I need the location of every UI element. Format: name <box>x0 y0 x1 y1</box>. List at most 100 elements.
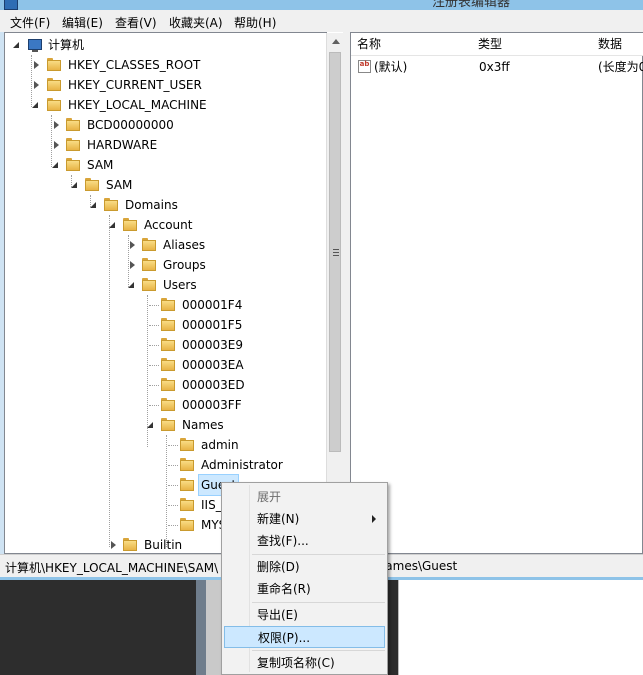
menu-item-new[interactable]: 新建(N) <box>224 508 385 530</box>
expanded-arrow-icon[interactable] <box>90 202 96 208</box>
column-header-type[interactable]: 类型 <box>472 33 593 56</box>
menu-item-expand[interactable]: 展开 <box>224 486 385 508</box>
value-row[interactable]: ab (默认) 0x3ff (长度为0 <box>351 57 643 77</box>
tree-node-label: 000003ED <box>182 378 245 392</box>
window-title: 注册表编辑器 <box>432 0 511 10</box>
collapsed-arrow-icon[interactable] <box>34 61 39 69</box>
pane-splitter[interactable] <box>343 32 350 554</box>
tree-node-label: BCD00000000 <box>87 118 174 132</box>
tree-node-users[interactable]: Users <box>5 275 325 295</box>
folder-icon <box>180 438 194 452</box>
tree-node-user-key[interactable]: 000003EA <box>5 355 325 375</box>
folder-icon <box>66 158 80 172</box>
expanded-arrow-icon[interactable] <box>52 162 58 168</box>
tree-node-hkey-local-machine[interactable]: HKEY_LOCAL_MACHINE <box>5 95 325 115</box>
menu-item-export[interactable]: 导出(E) <box>224 604 385 626</box>
expanded-arrow-icon[interactable] <box>13 42 19 48</box>
tree-node-computer[interactable]: 计算机 <box>5 35 325 55</box>
context-menu[interactable]: 展开 新建(N) 查找(F)... 删除(D) 重命名(R) 导出(E) 权限(… <box>221 482 388 675</box>
tree-node-aliases[interactable]: Aliases <box>5 235 325 255</box>
menu-separator <box>252 554 385 555</box>
menu-item-find[interactable]: 查找(F)... <box>224 530 385 552</box>
menu-item-copy-key-name[interactable]: 复制项名称(C) <box>224 652 385 674</box>
tree-node-label: 000001F5 <box>182 318 243 332</box>
column-header-name[interactable]: 名称 <box>351 33 473 56</box>
computer-icon <box>28 39 42 52</box>
folder-icon <box>161 318 175 332</box>
menu-help[interactable]: 帮助(H) <box>234 14 276 31</box>
grip-line <box>333 249 339 250</box>
collapsed-arrow-icon[interactable] <box>34 81 39 89</box>
tree-node-label: HKEY_CLASSES_ROOT <box>68 58 201 72</box>
menu-item-permissions[interactable]: 权限(P)... <box>224 626 385 648</box>
tree-scrollbar[interactable] <box>326 33 344 553</box>
tree-node-sam-sub[interactable]: SAM <box>5 175 325 195</box>
tree-node-label: SAM <box>106 178 133 192</box>
folder-icon <box>104 198 118 212</box>
tree-node-hkey-classes-root[interactable]: HKEY_CLASSES_ROOT <box>5 55 325 75</box>
tree-node-user-key[interactable]: 000003E9 <box>5 335 325 355</box>
scroll-thumb[interactable] <box>329 52 341 452</box>
tree-node-label: SAM <box>87 158 114 172</box>
value-name: (默认) <box>374 60 408 74</box>
tree-node-admin[interactable]: admin <box>5 435 325 455</box>
tree-node-sam[interactable]: SAM <box>5 155 325 175</box>
menu-item-delete[interactable]: 删除(D) <box>224 556 385 578</box>
status-path: 计算机\HKEY_LOCAL_MACHINE\SAM\ <box>5 561 219 575</box>
tree-node-names[interactable]: Names <box>5 415 325 435</box>
menu-separator <box>252 602 385 603</box>
collapsed-arrow-icon[interactable] <box>54 121 59 129</box>
column-header-data[interactable]: 数据 <box>592 33 643 56</box>
folder-icon <box>142 258 156 272</box>
tree-node-label: Names <box>182 418 224 432</box>
tree-node-bcd[interactable]: BCD00000000 <box>5 115 325 135</box>
expanded-arrow-icon[interactable] <box>32 102 38 108</box>
folder-icon <box>180 478 194 492</box>
folder-icon <box>180 498 194 512</box>
menu-edit[interactable]: 编辑(E) <box>62 14 103 31</box>
collapsed-arrow-icon[interactable] <box>54 141 59 149</box>
tree-node-label: Administrator <box>201 458 283 472</box>
tree-node-domains[interactable]: Domains <box>5 195 325 215</box>
background-panel <box>196 580 206 675</box>
expanded-arrow-icon[interactable] <box>147 422 153 428</box>
tree-node-groups[interactable]: Groups <box>5 255 325 275</box>
collapsed-arrow-icon[interactable] <box>111 541 116 549</box>
value-list[interactable]: 名称 类型 数据 ab (默认) 0x3ff (长度为0 <box>350 32 643 554</box>
expanded-arrow-icon[interactable] <box>128 282 134 288</box>
tree-node-label: 000003E9 <box>182 338 244 352</box>
tree-node-administrator[interactable]: Administrator <box>5 455 325 475</box>
folder-icon <box>180 458 194 472</box>
tree-node-hardware[interactable]: HARDWARE <box>5 135 325 155</box>
folder-icon <box>123 538 137 552</box>
collapsed-arrow-icon[interactable] <box>130 241 135 249</box>
menu-favorites[interactable]: 收藏夹(A) <box>169 14 223 31</box>
menu-item-rename[interactable]: 重命名(R) <box>224 578 385 600</box>
menu-view[interactable]: 查看(V) <box>115 14 157 31</box>
menu-file[interactable]: 文件(F) <box>10 14 50 31</box>
tree-node-label: Account <box>144 218 193 232</box>
tree-node-hkey-current-user[interactable]: HKEY_CURRENT_USER <box>5 75 325 95</box>
collapsed-arrow-icon[interactable] <box>130 261 135 269</box>
expanded-arrow-icon[interactable] <box>109 222 115 228</box>
tree-node-label: IIS_ <box>201 498 222 512</box>
tree-node-label: 计算机 <box>48 38 85 52</box>
scroll-up-arrow-icon[interactable] <box>332 39 340 44</box>
folder-icon <box>161 358 175 372</box>
registry-tree[interactable]: 计算机 HKEY_CLASSES_ROOT HKEY_CURRENT_USER … <box>4 32 327 554</box>
tree-node-user-key[interactable]: 000003ED <box>5 375 325 395</box>
folder-icon <box>161 398 175 412</box>
menu-item-new-label: 新建(N) <box>257 512 300 526</box>
grip-line <box>333 252 339 253</box>
registry-app-icon[interactable] <box>4 0 18 10</box>
tree-node-label: 000003EA <box>182 358 244 372</box>
tree-node-user-key[interactable]: 000001F5 <box>5 315 325 335</box>
tree-node-user-key[interactable]: 000001F4 <box>5 295 325 315</box>
expanded-arrow-icon[interactable] <box>71 182 77 188</box>
tree-node-user-key[interactable]: 000003FF <box>5 395 325 415</box>
string-value-icon: ab <box>358 60 371 73</box>
tree-node-label: Users <box>163 278 197 292</box>
menu-separator <box>252 650 385 651</box>
tree-node-account[interactable]: Account <box>5 215 325 235</box>
background-window-pane <box>398 580 643 675</box>
